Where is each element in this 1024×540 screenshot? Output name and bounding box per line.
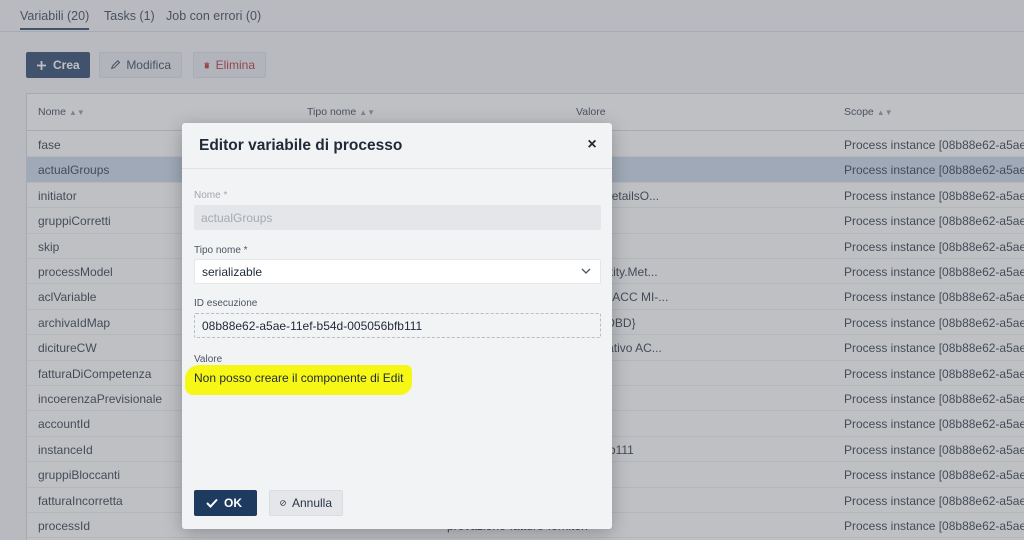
- dialog-divider: [182, 168, 612, 169]
- check-icon: [206, 498, 218, 508]
- valore-label: Valore: [194, 354, 223, 365]
- annulla-button[interactable]: Annulla: [269, 490, 343, 516]
- tipo-nome-select[interactable]: serializable: [194, 259, 601, 284]
- id-esecuzione-field: 08b88e62-a5ae-11ef-b54d-005056bfb111: [194, 313, 601, 338]
- close-icon[interactable]: ×: [584, 137, 600, 153]
- nome-input: actualGroups: [194, 205, 601, 230]
- dialog-title: Editor variabile di processo: [199, 137, 403, 154]
- cancel-icon: [280, 500, 286, 506]
- tipo-nome-label: Tipo nome *: [194, 245, 248, 256]
- id-esecuzione-label: ID esecuzione: [194, 298, 258, 309]
- valore-error-message: Non posso creare il componente di Edit: [194, 371, 404, 385]
- nome-label: Nome *: [194, 190, 228, 201]
- ok-button[interactable]: OK: [194, 490, 257, 516]
- chevron-down-icon: [581, 268, 591, 274]
- editor-variabile-dialog: Editor variabile di processo × Nome * ac…: [182, 123, 612, 529]
